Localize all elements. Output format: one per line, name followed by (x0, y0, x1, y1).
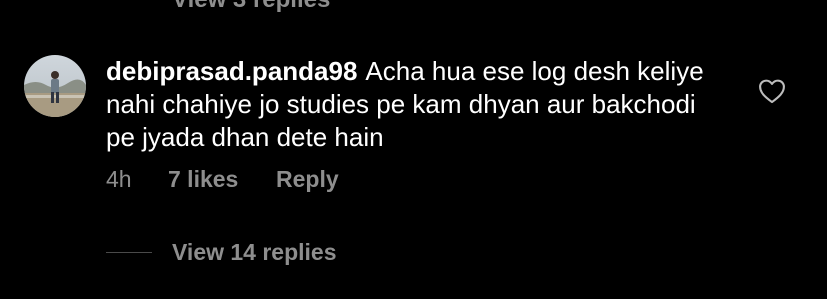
avatar[interactable] (24, 55, 86, 117)
comment-body: debiprasad.panda98 Acha hua ese log desh … (106, 55, 706, 154)
avatar-photo (24, 55, 86, 117)
view-replies-row: View 14 replies (106, 238, 337, 266)
view-replies-link[interactable]: View 14 replies (172, 239, 337, 266)
comment-timestamp: 4h (106, 166, 132, 192)
likes-count[interactable]: 7 likes (168, 166, 276, 193)
replies-divider-line (106, 251, 152, 253)
heart-outline-icon (759, 79, 785, 104)
comment-username[interactable]: debiprasad.panda98 (106, 56, 357, 86)
comment-meta: 4h 7 likes Reply (106, 166, 339, 193)
view-previous-replies-link[interactable]: View 3 replies (172, 0, 330, 14)
like-button[interactable] (758, 78, 786, 104)
reply-button[interactable]: Reply (276, 166, 339, 193)
